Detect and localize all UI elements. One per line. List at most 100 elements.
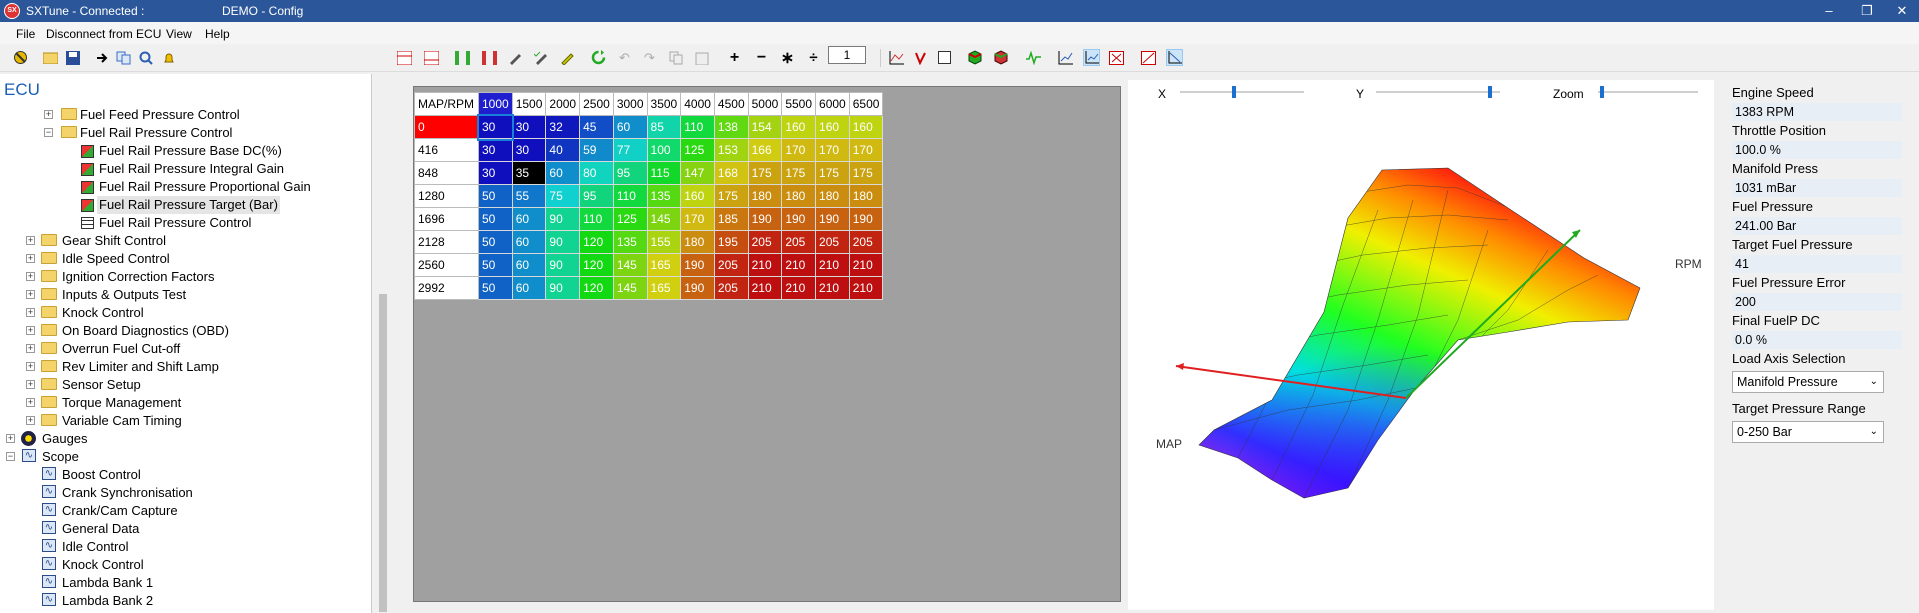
table-cell[interactable]: 60 [511,253,547,277]
multiply-icon[interactable]: ∗ [779,49,796,67]
table-cell[interactable]: 170 [781,138,817,162]
chart-3d-icon[interactable] [1083,49,1100,66]
table-cell[interactable]: 180 [680,230,715,254]
table-cell[interactable]: 210 [781,253,817,277]
target-range-select[interactable]: 0-250 Bar ⌄ [1732,421,1884,443]
table-cell[interactable]: 180 [747,184,783,208]
tree-item-scope-knock-control[interactable]: Knock Control [62,556,144,574]
tree-item-obd[interactable]: On Board Diagnostics (OBD) [62,322,229,340]
plus-icon[interactable]: + [726,49,743,66]
highlighter-icon[interactable] [559,49,576,66]
table-cell[interactable]: 30 [476,113,515,141]
table-cell[interactable]: 170 [848,138,884,162]
surface-graph[interactable] [1128,80,1714,610]
tree-item-gauges[interactable]: Gauges [42,430,88,448]
table-cell[interactable]: 30 [511,138,547,162]
column-header[interactable]: 2500 [579,92,614,116]
undo-icon[interactable]: ↶ [616,49,633,66]
open-folder-icon[interactable] [42,49,59,66]
table-paste-icon[interactable] [423,49,440,66]
table-cell[interactable]: 120 [579,253,614,277]
table-cell[interactable]: 90 [545,207,581,231]
expand-icon[interactable]: + [26,326,35,335]
chart-axis-icon[interactable] [1166,49,1183,66]
expand-icon[interactable]: + [26,290,35,299]
table-cell[interactable]: 180 [781,184,817,208]
expand-icon[interactable]: + [26,344,35,353]
table-cell[interactable]: 110 [680,115,715,139]
table-cell[interactable]: 95 [579,184,614,208]
tree-item-lambda-bank-2[interactable]: Lambda Bank 2 [62,592,153,610]
table-cell[interactable]: 210 [848,276,884,300]
table-cell[interactable]: 59 [579,138,614,162]
expand-icon[interactable]: + [6,434,15,443]
tree-item-rev-limiter[interactable]: Rev Limiter and Shift Lamp [62,358,219,376]
table-cell[interactable]: 60 [511,207,547,231]
row-header[interactable]: 1696 [414,207,479,231]
table-cell[interactable]: 50 [478,184,513,208]
tree-item-inputs-outputs-test[interactable]: Inputs & Outputs Test [62,286,186,304]
cube-icon[interactable] [966,49,983,66]
graph-red-icon[interactable] [912,49,929,66]
table-cell[interactable]: 175 [747,161,783,185]
table-cell[interactable]: 145 [612,253,648,277]
cube-red-icon[interactable] [992,49,1009,66]
menu-disconnect[interactable]: Disconnect from ECU [46,27,161,41]
expand-icon[interactable]: + [26,380,35,389]
tree-item-proportional-gain[interactable]: Fuel Rail Pressure Proportional Gain [99,178,311,196]
table-cell[interactable]: 160 [781,115,817,139]
expand-icon[interactable]: + [26,254,35,263]
table-cell[interactable]: 205 [713,253,749,277]
column-header[interactable]: 2000 [545,92,581,116]
table-cell[interactable]: 165 [646,276,682,300]
table-cell[interactable]: 205 [747,230,783,254]
table-cell[interactable]: 80 [579,161,614,185]
table-cell[interactable]: 185 [713,207,749,231]
table-cell[interactable]: 153 [713,138,749,162]
table-cell[interactable]: 190 [848,207,884,231]
table-cell[interactable]: 50 [478,253,513,277]
menu-help[interactable]: Help [205,27,230,41]
table-cell[interactable]: 210 [848,253,884,277]
x-slider-thumb[interactable] [1232,86,1237,98]
tree-item-variable-cam-timing[interactable]: Variable Cam Timing [62,412,182,430]
column-header[interactable]: 3500 [646,92,682,116]
divide-icon[interactable]: ÷ [805,49,822,66]
table-cell[interactable]: 50 [478,230,513,254]
tree-item-fuel-feed-pressure-control[interactable]: Fuel Feed Pressure Control [80,106,240,124]
minimize-button[interactable]: – [1812,0,1846,22]
checkbox-icon[interactable] [936,49,953,66]
table-cell[interactable]: 120 [579,230,614,254]
column-header[interactable]: 5500 [781,92,817,116]
table-cell[interactable]: 166 [747,138,783,162]
table-cell[interactable]: 60 [545,161,581,185]
row-header[interactable]: 0 [414,115,479,139]
menu-view[interactable]: View [166,27,192,41]
table-cell[interactable]: 168 [713,161,749,185]
tree-item-integral-gain[interactable]: Fuel Rail Pressure Integral Gain [99,160,284,178]
table-cell[interactable]: 147 [680,161,715,185]
expand-icon[interactable]: + [26,416,35,425]
table-cell[interactable]: 175 [713,184,749,208]
tree-item-lambda-bank-1[interactable]: Lambda Bank 1 [62,574,153,592]
collapse-icon[interactable]: − [6,452,15,461]
column-header[interactable]: 4000 [680,92,715,116]
column-header[interactable]: 5000 [747,92,783,116]
expand-icon[interactable]: + [44,110,53,119]
table-cell[interactable]: 85 [646,115,682,139]
table-cell[interactable]: 145 [612,276,648,300]
table-cell[interactable]: 60 [612,115,648,139]
table-cell[interactable]: 35 [511,161,547,185]
pencil-edit-icon[interactable] [507,49,524,66]
expand-icon[interactable]: + [26,236,35,245]
copy-disabled-icon[interactable] [667,49,684,66]
column-header[interactable]: 6500 [848,92,884,116]
table-cell[interactable]: 110 [579,207,614,231]
tree-scrollbar[interactable] [376,74,393,613]
table-cell[interactable]: 155 [646,230,682,254]
column-header[interactable]: 1500 [511,92,547,116]
table-cell[interactable]: 205 [713,276,749,300]
tree-item-fuel-rail-pressure-control[interactable]: Fuel Rail Pressure Control [80,124,232,142]
table-cell[interactable]: 90 [545,276,581,300]
tree-item-base-dc[interactable]: Fuel Rail Pressure Base DC(%) [99,142,282,160]
